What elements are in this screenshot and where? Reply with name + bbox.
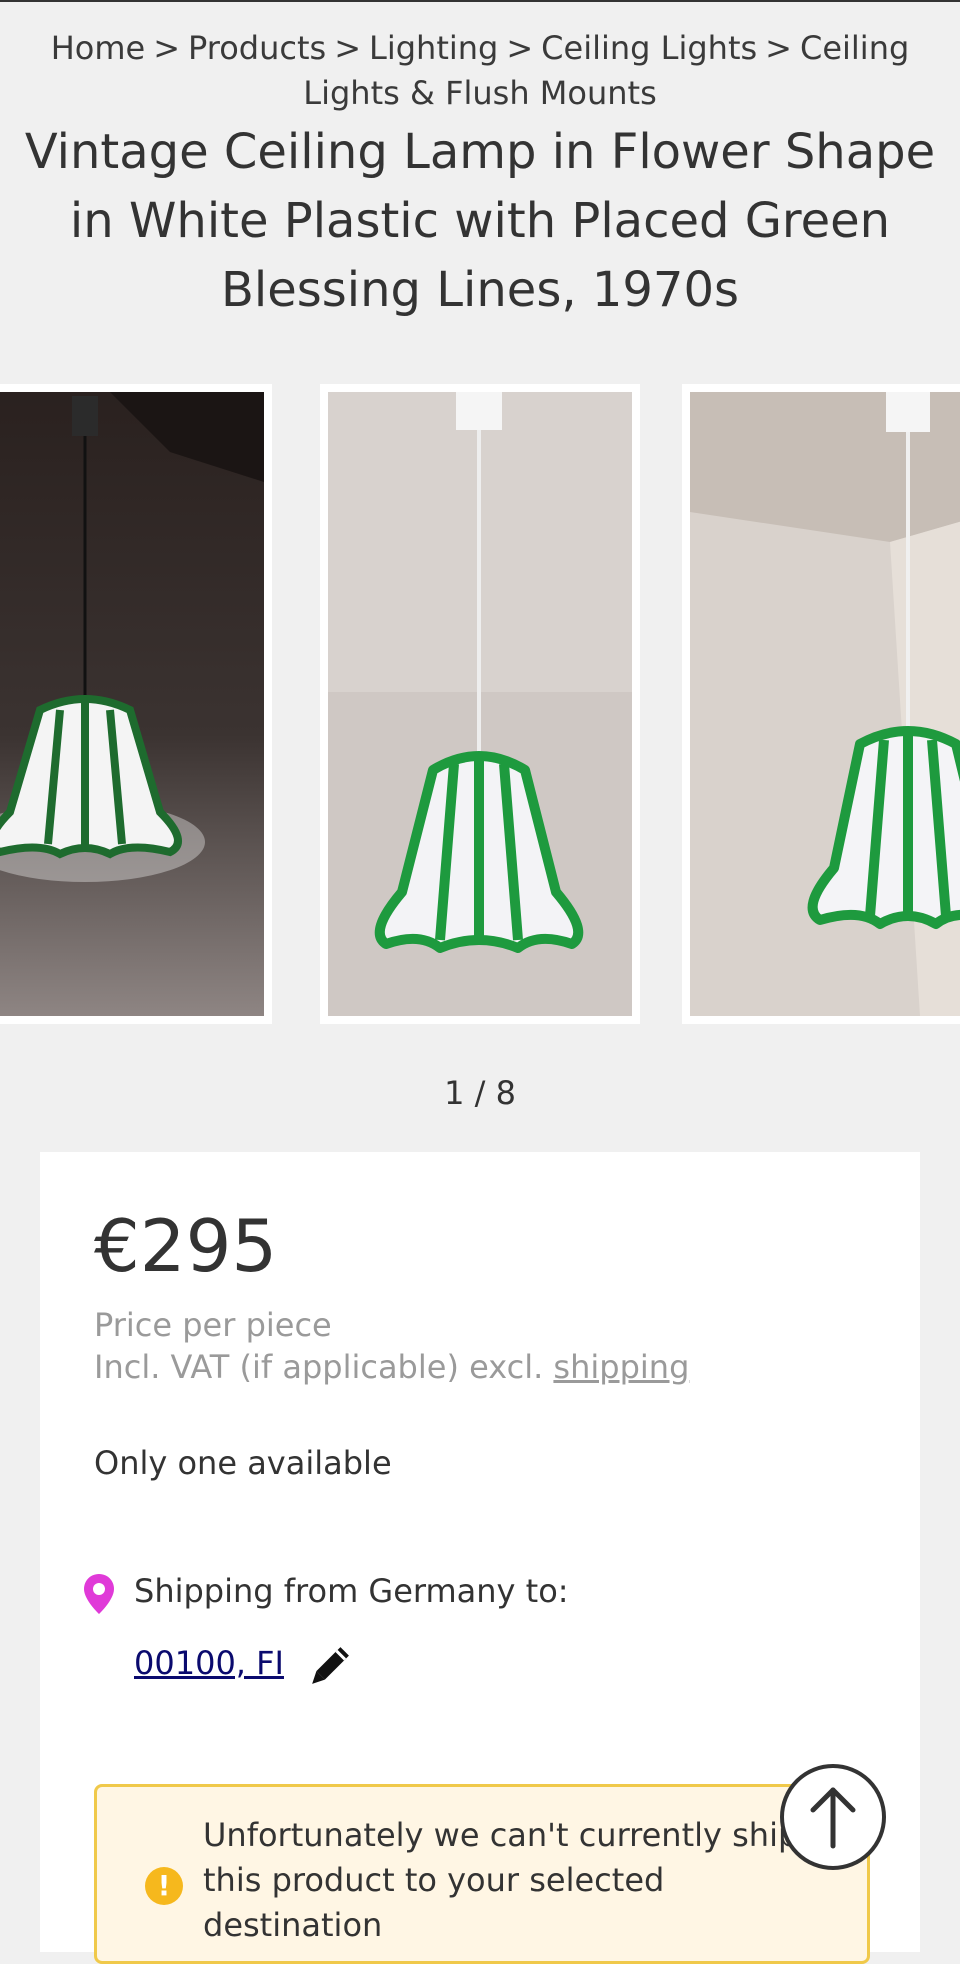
arrow-up-icon [810, 1787, 856, 1849]
breadcrumb-separator: > [334, 29, 362, 67]
price-note: Price per piece Incl. VAT (if applicable… [94, 1304, 689, 1388]
breadcrumb-separator: > [765, 29, 792, 67]
gallery-counter: 1 / 8 [444, 1074, 516, 1112]
lamp-photo-side [690, 392, 960, 1016]
gallery-image-2[interactable] [320, 384, 640, 1024]
location-pin-icon [84, 1574, 114, 1614]
postal-code-link[interactable]: 00100, FI [134, 1644, 284, 1682]
breadcrumb: Home > Products > Lighting > Ceiling Lights > Ce… [20, 26, 940, 116]
breadcrumb-ceiling-lights[interactable]: Ceiling Lights [541, 29, 757, 67]
lamp-photo-dark [0, 392, 264, 1016]
notice-text: Unfortunately we can't currently ship th… [203, 1816, 799, 1944]
breadcrumb-products[interactable]: Products [188, 29, 326, 67]
shipping-link[interactable]: shipping [553, 1348, 689, 1386]
breadcrumb-home[interactable]: Home [51, 29, 146, 67]
scroll-to-top-button[interactable] [780, 1764, 886, 1870]
exclamation-icon: ! [145, 1867, 183, 1905]
product-title: Vintage Ceiling Lamp in Flower Shape in … [24, 124, 936, 318]
price-unit: Price per piece [94, 1306, 332, 1344]
vat-text: Incl. VAT (if applicable) excl. [94, 1348, 544, 1386]
image-gallery[interactable] [0, 384, 960, 1024]
pencil-icon[interactable] [304, 1646, 350, 1692]
lamp-photo-front [328, 392, 632, 1016]
shipping-notice: ! Unfortunately we can't currently ship … [94, 1784, 870, 1964]
breadcrumb-separator: > [506, 29, 534, 67]
vat-note: Incl. VAT (if applicable) excl. shipping [94, 1346, 689, 1388]
price: €295 [94, 1204, 278, 1288]
availability-text: Only one available [94, 1444, 392, 1482]
shipping-from-text: Shipping from Germany to: [134, 1572, 569, 1610]
gallery-image-3[interactable] [682, 384, 960, 1024]
top-border [0, 0, 960, 2]
gallery-image-1[interactable] [0, 384, 272, 1024]
breadcrumb-lighting[interactable]: Lighting [369, 29, 498, 67]
breadcrumb-separator: > [153, 29, 181, 67]
